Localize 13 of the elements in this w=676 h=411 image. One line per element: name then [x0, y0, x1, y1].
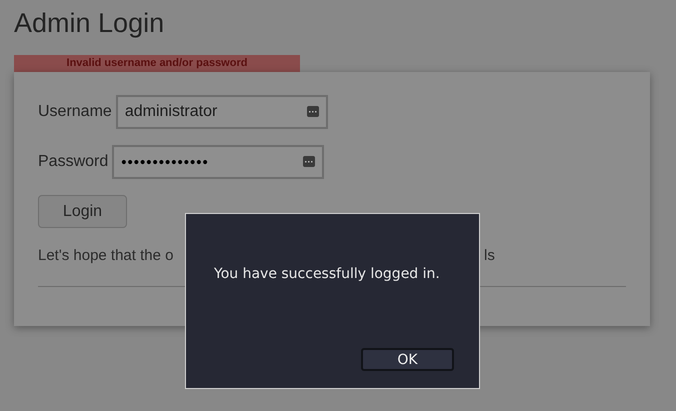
error-banner: Invalid username and/or password	[14, 55, 300, 72]
page-title: Admin Login	[14, 7, 166, 40]
username-label: Username	[38, 102, 112, 122]
dialog-message: You have successfully logged in.	[214, 265, 440, 284]
note-text: ls	[484, 246, 495, 266]
password-manager-icon[interactable]	[303, 156, 316, 167]
password-label: Password	[38, 152, 108, 172]
username-field[interactable]: administrator	[116, 95, 328, 129]
password-manager-icon[interactable]	[306, 106, 319, 117]
note-text: Let's hope that the o	[38, 247, 174, 264]
login-button[interactable]: Login	[38, 195, 127, 228]
ok-button[interactable]: OK	[361, 348, 454, 371]
password-field[interactable]: ••••••••••••••	[112, 145, 324, 179]
